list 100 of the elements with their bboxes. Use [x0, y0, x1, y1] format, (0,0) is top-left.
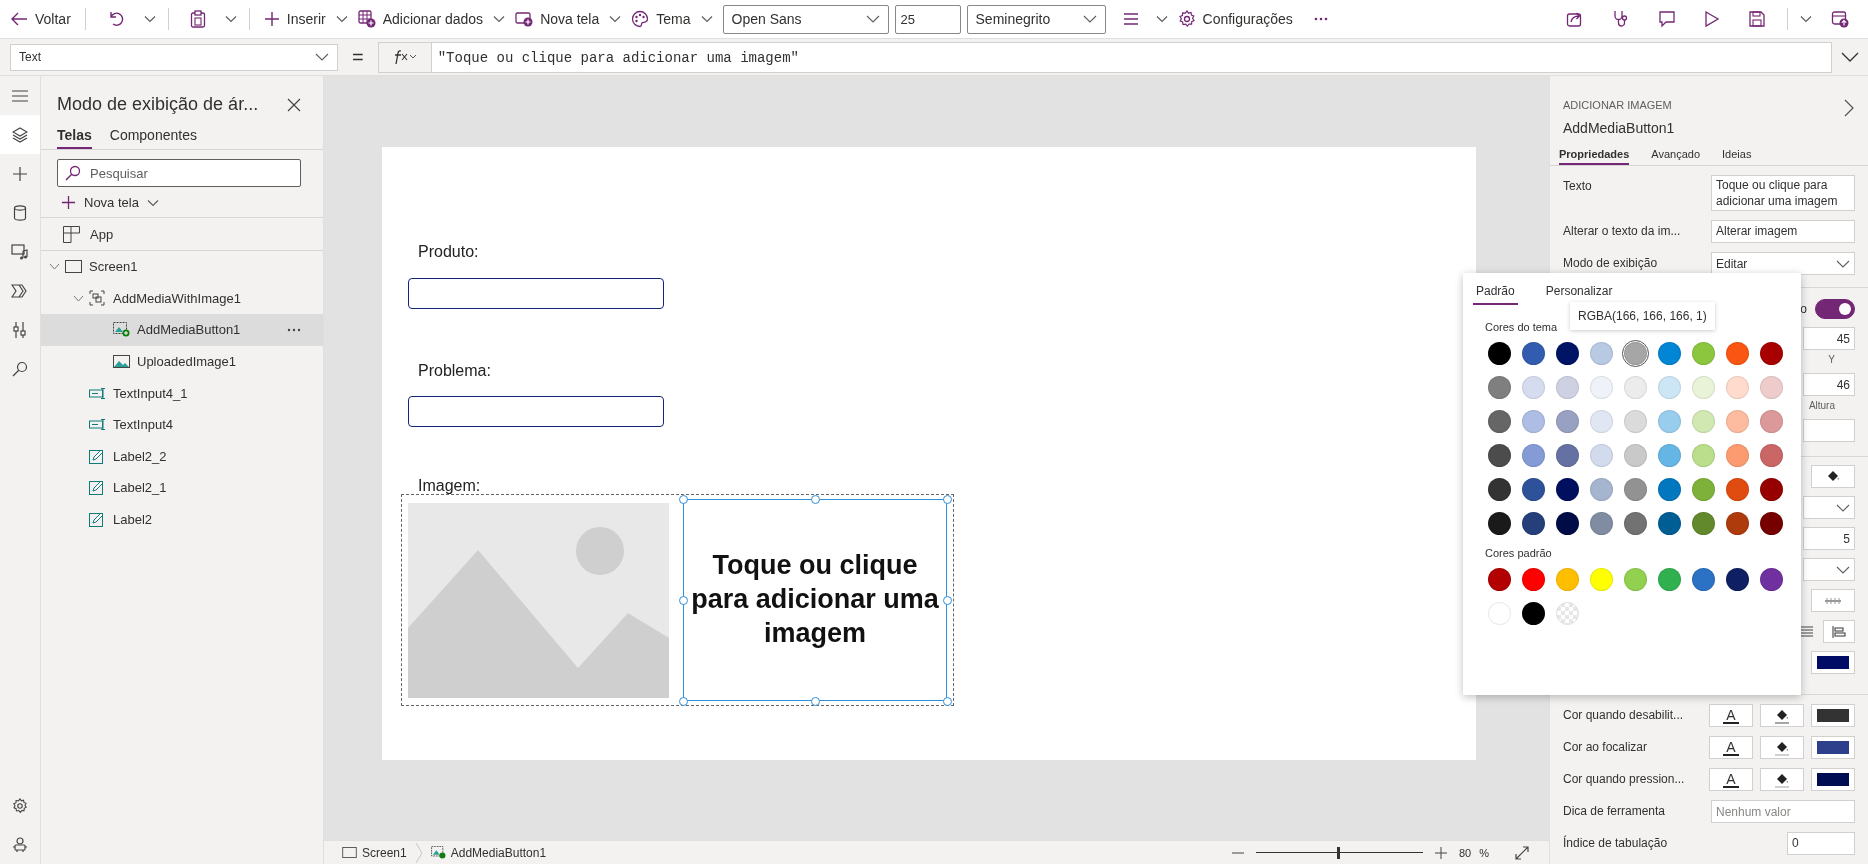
save-icon[interactable] — [1748, 10, 1766, 28]
layers-icon[interactable] — [12, 126, 28, 143]
tree-item[interactable]: App — [41, 217, 323, 251]
color-swatch[interactable] — [1726, 342, 1749, 365]
rail-item[interactable] — [0, 115, 40, 154]
color-swatch[interactable] — [1624, 512, 1647, 535]
toolbar-button[interactable]: Tema — [627, 6, 695, 32]
tab[interactable]: Componentes — [109, 123, 197, 149]
number-field[interactable]: 46 — [1803, 373, 1855, 397]
color-swatch[interactable] — [1556, 478, 1579, 501]
tab[interactable]: Propriedades — [1559, 148, 1630, 165]
comment-icon[interactable] — [1658, 10, 1676, 28]
color-swatch[interactable] — [1488, 512, 1511, 535]
caret-icon[interactable] — [335, 15, 348, 23]
resize-handle[interactable] — [679, 495, 688, 504]
tree-item[interactable]: AddMediaWithImage1 — [41, 282, 323, 315]
color-swatch[interactable] — [1692, 512, 1715, 535]
color-swatch[interactable] — [1624, 444, 1647, 467]
color-swatch[interactable] — [1522, 444, 1545, 467]
color-swatch-button[interactable] — [1811, 704, 1855, 728]
color-swatch[interactable] — [1522, 568, 1545, 591]
text-color-button[interactable]: A — [1709, 736, 1753, 760]
caret-icon[interactable] — [146, 198, 159, 207]
color-swatch[interactable] — [1624, 568, 1647, 591]
text-color-button[interactable]: A — [1709, 704, 1753, 728]
number-field[interactable]: 0 — [1787, 832, 1855, 856]
color-swatch[interactable] — [1692, 376, 1715, 399]
color-swatch[interactable] — [1590, 478, 1613, 501]
number-field[interactable]: 5 — [1803, 527, 1855, 551]
color-swatch[interactable] — [1726, 478, 1749, 501]
color-swatch[interactable] — [1692, 342, 1715, 365]
clipboard-icon[interactable] — [189, 10, 206, 28]
color-swatch-button[interactable] — [1811, 651, 1855, 675]
number-field[interactable] — [1803, 419, 1855, 443]
flow-icon[interactable] — [11, 283, 29, 298]
color-swatch[interactable] — [1760, 410, 1783, 433]
color-swatch[interactable] — [1658, 376, 1681, 399]
zoom-slider[interactable] — [1255, 846, 1423, 859]
color-swatch-button[interactable] — [1811, 736, 1855, 760]
caret-icon[interactable] — [609, 15, 622, 23]
tab[interactable]: Padrão — [1473, 281, 1518, 305]
resize-handle[interactable] — [679, 596, 688, 605]
table-plus-icon[interactable] — [357, 10, 376, 28]
color-swatch[interactable] — [1760, 376, 1783, 399]
color-swatch[interactable] — [1522, 410, 1545, 433]
plus-icon[interactable] — [263, 11, 280, 27]
color-swatch[interactable] — [1726, 444, 1749, 467]
toggle-switch[interactable] — [1815, 299, 1855, 320]
justify-icon[interactable] — [1801, 625, 1813, 638]
tree-item[interactable]: Screen1 — [41, 251, 323, 283]
color-swatch[interactable] — [1488, 342, 1511, 365]
font-weight-dropdown[interactable]: Seminegrito — [966, 4, 1106, 34]
color-swatch[interactable] — [1556, 342, 1579, 365]
stethoscope-icon[interactable] — [1612, 10, 1630, 28]
function-button[interactable] — [377, 41, 432, 73]
tree-item[interactable]: AddMediaButton1 — [41, 314, 323, 346]
toolbar-button[interactable]: Adicionar dados — [353, 6, 488, 32]
resize-handle[interactable] — [679, 697, 688, 706]
tab[interactable]: Avançado — [1651, 148, 1701, 165]
align-icon[interactable] — [1122, 12, 1139, 26]
color-swatch[interactable] — [1556, 512, 1579, 535]
transparent-swatch[interactable] — [1556, 602, 1579, 625]
resize-handle[interactable] — [943, 495, 952, 504]
chevron-down-icon[interactable] — [1836, 259, 1850, 268]
color-swatch-button[interactable] — [1811, 768, 1855, 792]
color-swatch[interactable] — [1556, 444, 1579, 467]
caret-icon[interactable] — [700, 15, 713, 23]
color-swatch[interactable] — [1522, 602, 1545, 625]
text-field[interactable]: Toque ou clique para adicionar uma imagem — [1711, 175, 1855, 212]
chevron-right-icon[interactable] — [1844, 99, 1854, 117]
search-icon[interactable] — [12, 360, 28, 377]
caret-icon[interactable] — [493, 15, 506, 23]
caret-icon[interactable] — [1155, 15, 1168, 23]
input-field[interactable] — [408, 278, 664, 309]
palette-icon[interactable] — [631, 10, 650, 28]
tree-item[interactable]: Label2_1 — [41, 472, 323, 504]
resize-handle[interactable] — [943, 697, 952, 706]
color-swatch[interactable] — [1658, 410, 1681, 433]
zoom-in-icon[interactable] — [1434, 846, 1447, 859]
color-swatch[interactable] — [1522, 512, 1545, 535]
new-screen-button[interactable]: Nova tela — [61, 195, 159, 210]
formula-field[interactable]: "Toque ou clique para adicionar uma imagem" — [431, 41, 1832, 73]
toolbar-button[interactable]: Voltar — [6, 7, 75, 31]
more-icon[interactable] — [1313, 17, 1328, 21]
screen-plus-icon[interactable] — [515, 11, 534, 27]
tree-item[interactable]: TextInput4_1 — [41, 377, 323, 409]
color-swatch[interactable] — [1692, 410, 1715, 433]
font-size-field[interactable]: 25 — [894, 4, 961, 34]
color-swatch[interactable] — [1556, 568, 1579, 591]
color-swatch[interactable] — [1556, 376, 1579, 399]
caret-icon[interactable] — [1800, 15, 1812, 23]
toolbar-button[interactable]: Inserir — [259, 7, 330, 31]
text-field[interactable]: Alterar imagem — [1711, 220, 1855, 244]
settings-icon[interactable] — [12, 797, 28, 814]
toolbar-button[interactable]: Configurações — [1173, 6, 1297, 32]
share-icon[interactable] — [1566, 10, 1584, 28]
tree-item[interactable]: Label2_2 — [41, 440, 323, 473]
color-swatch[interactable] — [1692, 568, 1715, 591]
play-icon[interactable] — [1704, 10, 1720, 28]
color-swatch[interactable] — [1624, 376, 1647, 399]
